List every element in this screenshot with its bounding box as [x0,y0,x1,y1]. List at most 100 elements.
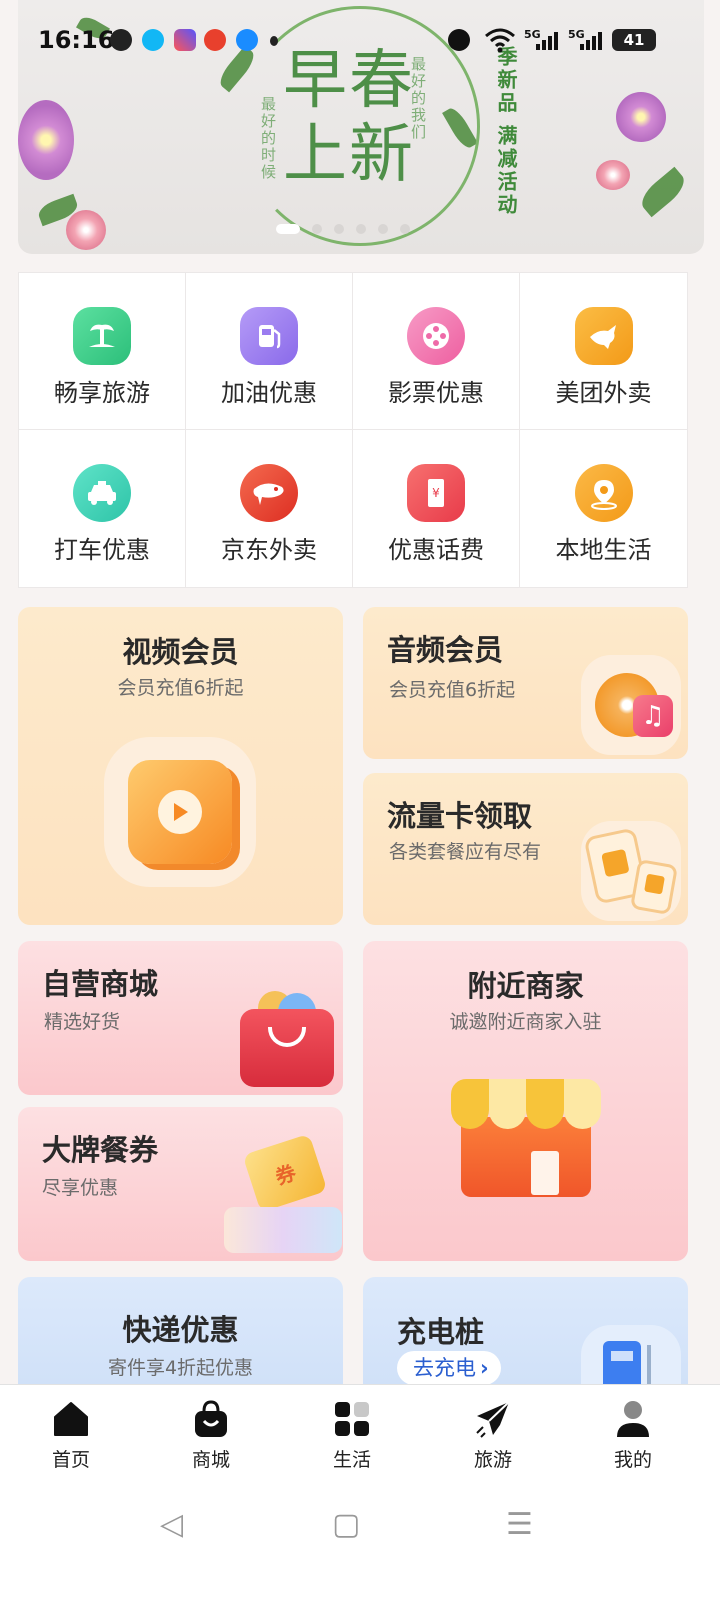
nav-life[interactable]: 生活 [307,1399,397,1472]
system-back-button[interactable]: ◁ [160,1507,183,1542]
charging-pile-card[interactable]: 充电桩 去充电 › [363,1277,688,1397]
sim-card-icon [581,821,681,921]
go-charge-button[interactable]: 去充电 › [397,1351,501,1385]
storefront-icon [451,1079,601,1199]
go-charge-label: 去充电 [413,1356,476,1380]
qq-icon [142,29,164,51]
nav-label: 旅游 [473,1449,512,1471]
card-subtitle: 诚邀附近商家入驻 [449,1011,602,1033]
music-disc-icon: ♫ [581,655,681,755]
service-label: 优惠话费 [388,536,484,564]
nav-travel[interactable]: 旅游 [448,1399,538,1472]
signal-bars-2 [580,32,602,50]
palm-tree-icon [73,307,131,365]
taxi-icon [73,464,131,522]
notification-dot-icon [270,36,278,46]
card-subtitle: 精选好货 [44,1011,121,1033]
banner-headline-bottom: 上新 [283,118,415,192]
card-subtitle: 寄件享4折起优惠 [107,1357,254,1379]
carousel-dot[interactable] [356,224,366,234]
grid-icon [332,1399,372,1439]
signal-bars-1 [536,32,558,50]
card-title: 音频会员 [387,633,504,667]
system-home-button[interactable]: ▢ [332,1507,360,1542]
card-subtitle: 会员充值6折起 [389,679,516,701]
nav-profile[interactable]: 我的 [588,1399,678,1472]
location-pin-icon [574,464,633,522]
service-meituan[interactable]: 美团外卖 [520,273,687,430]
services-grid: 畅享旅游 加油优惠 影票优惠 美团外卖 打车优惠 京东外卖 ¥ 优惠话费 本地生… [18,272,688,588]
app-icon [174,29,196,51]
coupon-badge: 券 [272,1159,299,1189]
service-phone-bill[interactable]: ¥ 优惠话费 [353,430,520,587]
carousel-dot[interactable] [334,224,344,234]
nearby-merchants-card[interactable]: 附近商家 诚邀附近商家入驻 [363,941,688,1261]
card-title: 视频会员 [122,635,239,669]
shopping-bag-icon [191,1399,231,1439]
shopping-bag-illustration-icon [238,991,336,1089]
carousel-dot-active[interactable] [276,224,300,234]
audio-membership-card[interactable]: 音频会员 会员充值6折起 ♫ [363,607,688,759]
carousel-dot[interactable] [378,224,388,234]
system-menu-button[interactable]: ☰ [506,1507,533,1542]
chevron-right-icon: › [480,1356,489,1380]
express-discount-card[interactable]: 快递优惠 寄件享4折起优惠 [18,1277,343,1397]
carousel-dot[interactable] [400,224,410,234]
service-label: 影票优惠 [388,379,484,407]
card-title: 大牌餐券 [42,1133,159,1167]
nav-label: 我的 [613,1449,652,1471]
nav-label: 首页 [51,1449,90,1471]
coupon-ticket-icon: 券 [220,1133,343,1259]
service-label: 本地生活 [555,536,652,564]
service-label: 加油优惠 [221,379,317,407]
pink-flower-left [66,210,106,250]
nav-home[interactable]: 首页 [26,1399,116,1472]
status-bar: 16:16 5G 5G 41 [0,0,720,80]
carousel-dot[interactable] [312,224,322,234]
nav-label: 生活 [332,1449,371,1471]
service-movie[interactable]: 影票优惠 [353,273,520,430]
card-subtitle: 会员充值6折起 [117,677,244,699]
purple-flower-left [18,100,74,180]
dining-coupon-card[interactable]: 大牌餐券 尽享优惠 券 [18,1107,343,1261]
service-jd[interactable]: 京东外卖 [186,430,353,587]
kangaroo-icon [574,307,633,365]
nav-mall[interactable]: 商城 [166,1399,256,1472]
service-travel[interactable]: 畅享旅游 [19,273,186,430]
film-reel-icon [407,307,465,365]
video-play-icon [104,737,256,887]
service-fuel[interactable]: 加油优惠 [186,273,353,430]
video-membership-card[interactable]: 视频会员 会员充值6折起 [18,607,343,925]
nav-label: 商城 [191,1449,230,1471]
card-title: 附近商家 [467,969,584,1003]
bottom-navigation: 首页 商城 生活 旅游 我的 ◁ ▢ ☰ [0,1384,720,1604]
svg-text:¥: ¥ [432,486,440,500]
carousel-indicator [276,224,410,234]
service-taxi[interactable]: 打车优惠 [19,430,186,587]
browser-icon [236,29,258,51]
alarm-icon [448,29,470,51]
jd-dog-icon [240,464,298,522]
card-subtitle: 尽享优惠 [42,1177,119,1199]
pink-flower-right [596,160,630,190]
card-title: 自营商城 [42,967,159,1001]
mall-card[interactable]: 自营商城 精选好货 [18,941,343,1095]
fuel-pump-icon [240,307,298,365]
purple-flower-right [616,92,666,142]
weibo-icon [204,29,226,51]
service-local-life[interactable]: 本地生活 [520,430,687,587]
service-label: 京东外卖 [221,536,317,564]
status-time: 16:16 [38,26,115,54]
wifi-icon [485,28,515,53]
wechat-icon [110,29,132,51]
service-label: 打车优惠 [54,536,150,564]
card-title: 流量卡领取 [387,799,533,833]
service-label: 畅享旅游 [54,379,150,407]
data-card-card[interactable]: 流量卡领取 各类套餐应有尽有 [363,773,688,925]
home-icon [51,1399,91,1439]
card-title: 充电桩 [397,1315,485,1349]
leaf-decoration [636,166,690,218]
service-label: 美团外卖 [555,379,652,407]
paper-plane-icon [473,1399,513,1439]
phone-bill-icon: ¥ [407,464,465,522]
